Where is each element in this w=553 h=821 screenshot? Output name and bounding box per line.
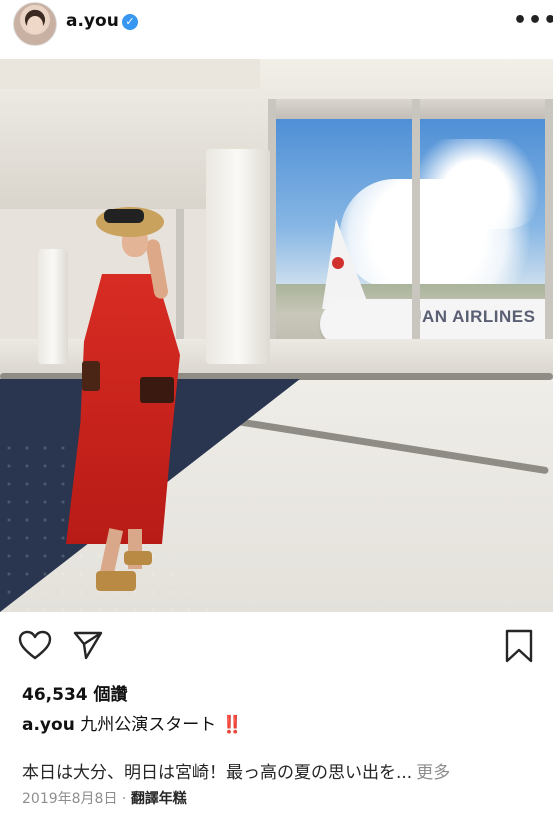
window-frame — [412, 99, 420, 379]
airline-logo — [332, 257, 344, 269]
airplane-livery-text: JAN AIRLINES — [412, 307, 536, 326]
username[interactable]: a.you — [66, 11, 119, 31]
pillar — [206, 149, 270, 364]
window-frame — [268, 99, 553, 119]
wedge-shoe — [124, 551, 152, 565]
caption-username[interactable]: a.you — [22, 715, 75, 735]
avatar[interactable] — [13, 2, 57, 46]
fendi-bag — [140, 377, 174, 403]
post-photo[interactable]: JAN AIRLINES — [0, 59, 553, 612]
double-exclamation-emoji: ‼️ — [221, 715, 243, 735]
window-frame — [545, 99, 553, 379]
verified-badge-icon: ✓ — [122, 14, 138, 30]
post-meta: 2019年8月8日 · 翻譯年糕 — [22, 788, 187, 808]
post-date: 2019年8月8日 — [22, 791, 118, 807]
cloud — [400, 139, 550, 229]
caption-body: 本日は大分、明日は宮崎！最っ高の夏の思い出を... 更多 — [22, 758, 450, 783]
ceiling-beam — [0, 59, 260, 89]
more-options-icon[interactable]: ••• — [513, 8, 553, 33]
more-link[interactable]: 更多 — [416, 763, 450, 783]
avatar-face — [27, 16, 43, 34]
like-count[interactable]: 46,534 個讚 — [22, 680, 128, 705]
handbag — [82, 361, 100, 391]
caption-text: 九州公演スタート — [74, 715, 217, 735]
send-icon[interactable] — [72, 629, 104, 665]
hat-band — [104, 209, 144, 223]
post-actions — [0, 620, 553, 670]
post-header: a.you ✓ ••• — [0, 0, 553, 47]
caption-body-text: 本日は大分、明日は宮崎！最っ高の夏の思い出を... — [22, 763, 413, 783]
airplane-tail — [322, 219, 370, 309]
wedge-shoe — [96, 571, 136, 591]
bookmark-icon[interactable] — [504, 629, 534, 667]
window-frame — [176, 209, 184, 359]
caption: a.you 九州公演スタート ‼️ — [22, 710, 243, 735]
translate-link[interactable]: 翻譯年糕 — [131, 791, 187, 807]
heart-icon[interactable] — [18, 630, 52, 664]
separator: · — [117, 791, 131, 807]
pillar — [38, 249, 68, 364]
